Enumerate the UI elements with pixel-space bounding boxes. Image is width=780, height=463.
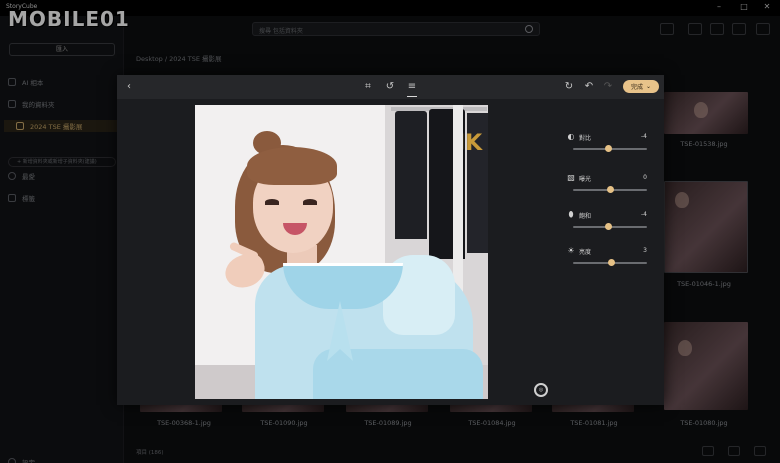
slider-knob[interactable] [606, 186, 614, 193]
exposure-icon: ▧ [567, 173, 575, 182]
redo-icon[interactable]: ↷ [601, 80, 615, 94]
slider-knob[interactable] [605, 223, 613, 230]
watermark-icon: ◎ [534, 383, 548, 397]
slider-label: 飽和 [579, 213, 592, 220]
slider-label: 曝光 [579, 176, 592, 183]
slider-knob[interactable] [605, 145, 613, 152]
brightness-icon: ☀ [567, 246, 575, 255]
contrast-slider[interactable]: ◐ 對比 -4 [567, 133, 647, 157]
rotate-icon[interactable]: ↺ [383, 80, 397, 94]
done-button[interactable]: 完成 ⌄ [623, 80, 659, 93]
undo-icon[interactable]: ↶ [582, 80, 596, 94]
photo-editor-dialog: ‹ ⌗ ↺ ≡ ↻ ↶ ↷ 完成 ⌄ JK ◎ ◐ 對比 -4 ▧ 曝光 0 ⬮… [117, 75, 664, 405]
photo-preview: JK [195, 105, 488, 399]
chevron-down-icon: ⌄ [645, 83, 652, 90]
slider-value: 3 [643, 247, 647, 254]
reset-icon[interactable]: ↻ [562, 80, 576, 94]
exposure-slider[interactable]: ▧ 曝光 0 [567, 174, 647, 198]
slider-label: 亮度 [579, 249, 592, 256]
saturation-icon: ⬮ [568, 210, 574, 219]
adjust-icon[interactable]: ≡ [405, 80, 419, 97]
contrast-icon: ◐ [567, 132, 575, 141]
brightness-slider[interactable]: ☀ 亮度 3 [567, 247, 647, 271]
slider-value: 0 [643, 174, 647, 181]
slider-knob[interactable] [607, 259, 615, 266]
editor-toolbar: ‹ ⌗ ↺ ≡ ↻ ↶ ↷ 完成 ⌄ [117, 75, 664, 99]
crop-icon[interactable]: ⌗ [361, 80, 375, 94]
back-button[interactable]: ‹ [122, 80, 136, 94]
slider-value: -4 [641, 211, 647, 218]
slider-label: 對比 [579, 135, 592, 142]
slider-value: -4 [641, 133, 647, 140]
saturation-slider[interactable]: ⬮ 飽和 -4 [567, 211, 647, 235]
done-label: 完成 [630, 84, 643, 91]
